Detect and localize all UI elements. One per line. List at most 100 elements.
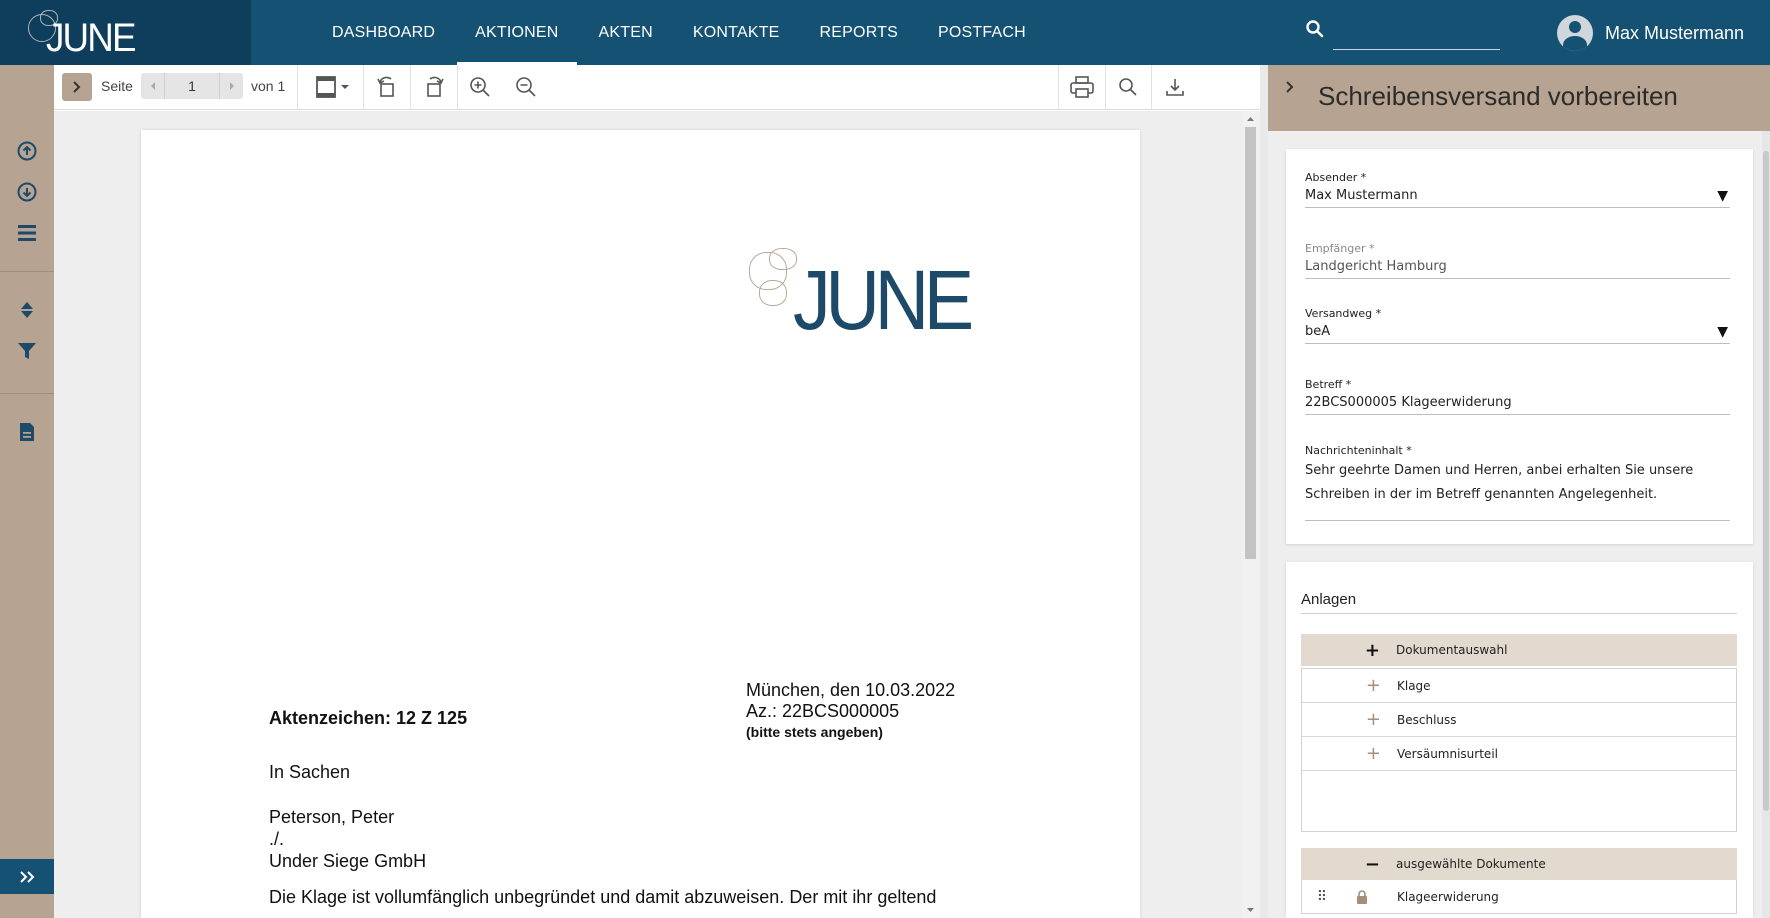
absender-select[interactable]: Max Mustermann ▼ (1305, 188, 1730, 208)
page-number-input[interactable] (166, 73, 218, 99)
empfaenger-value[interactable]: Landgericht Hamburg (1305, 259, 1730, 279)
scroll-up-icon[interactable] (1245, 114, 1256, 124)
panel-scrollbar[interactable] (1762, 131, 1770, 918)
user-name: Max Mustermann (1605, 22, 1745, 43)
chevron-right-icon[interactable] (1282, 79, 1298, 95)
lock-icon (1342, 889, 1382, 904)
nachricht-label: Nachrichteninhalt * (1305, 444, 1412, 457)
brand-logo[interactable]: JUNE (0, 0, 251, 65)
add-icon[interactable]: + (1302, 709, 1397, 730)
download-button[interactable] (1160, 73, 1190, 101)
anlagen-card: Anlagen + Dokumentauswahl + Klage + Besc… (1286, 562, 1753, 918)
nav-kontakte[interactable]: KONTAKTE (673, 0, 800, 65)
selected-documents-label: ausgewählte Dokumente (1396, 857, 1546, 871)
absender-label: Absender * (1305, 171, 1367, 184)
viewer-toolbar: Seite von 1 (54, 65, 1260, 110)
user-menu[interactable]: Max Mustermann (1557, 15, 1744, 51)
download-icon (1166, 79, 1184, 96)
dropdown-arrow-icon: ▼ (1717, 188, 1728, 204)
versandweg-field[interactable]: Versandweg * beA ▼ (1305, 307, 1730, 344)
toolbar-divider (410, 65, 411, 110)
viewer-scrollbar[interactable] (1242, 111, 1260, 918)
zoom-out-icon (516, 77, 536, 97)
nav-akten[interactable]: AKTEN (579, 0, 673, 65)
zoom-out-button[interactable] (511, 73, 541, 101)
nachricht-textarea[interactable] (1305, 459, 1730, 521)
logo-text: JUNE (793, 253, 974, 347)
toolbar-divider (1058, 65, 1059, 110)
letter-reference: Az.: 22BCS000005 (746, 701, 900, 721)
upload-icon[interactable] (14, 138, 40, 164)
zoom-in-button[interactable] (465, 73, 495, 101)
empfaenger-field[interactable]: Empfänger * Landgericht Hamburg (1305, 242, 1730, 279)
scroll-down-icon[interactable] (1245, 905, 1256, 915)
betreff-input[interactable]: 22BCS000005 Klageerwiderung (1305, 395, 1730, 415)
zoom-in-icon (470, 77, 490, 97)
print-icon (1070, 76, 1094, 98)
add-icon[interactable]: + (1302, 675, 1397, 696)
scroll-thumb[interactable] (1245, 127, 1256, 559)
scroll-thumb[interactable] (1763, 151, 1769, 811)
expand-rail-button[interactable] (0, 859, 54, 894)
in-sachen: In Sachen (269, 762, 351, 782)
selected-documents-header[interactable]: − ausgewählte Dokumente (1301, 848, 1737, 880)
list-item[interactable]: + Versäumnisurteil (1302, 737, 1736, 771)
next-page-button[interactable] (219, 73, 243, 99)
versandweg-select[interactable]: beA ▼ (1305, 324, 1730, 344)
dokumentauswahl-label: Dokumentauswahl (1396, 643, 1508, 657)
chevron-right-icon (73, 81, 81, 93)
document-name: Beschluss (1397, 712, 1457, 727)
list-icon[interactable] (14, 220, 40, 246)
empfaenger-label: Empfänger * (1305, 242, 1375, 255)
document-page: JUNE München, den 10.03.2022 Az.: 22BCS0… (141, 130, 1140, 918)
dokumentauswahl-header[interactable]: + Dokumentauswahl (1301, 634, 1737, 666)
avatar-icon (1557, 15, 1593, 51)
document-viewer: Seite von 1 (54, 65, 1260, 918)
page-label: Seite (101, 78, 133, 94)
sort-icon[interactable] (14, 297, 40, 323)
anlagen-divider (1301, 613, 1737, 614)
reference-note: (bitte stets angeben) (746, 724, 883, 740)
toggle-sidebar-button[interactable] (62, 73, 92, 101)
print-button[interactable] (1067, 73, 1097, 101)
send-form: Absender * Max Mustermann ▼ Empfänger * L… (1286, 149, 1753, 544)
brand-text: JUNE (46, 15, 137, 60)
document-canvas: JUNE München, den 10.03.2022 Az.: 22BCS0… (54, 111, 1260, 918)
caret-left-icon (150, 82, 155, 90)
search-icon[interactable] (1305, 19, 1325, 39)
fit-page-button[interactable] (310, 73, 356, 101)
drag-handle-icon[interactable]: ⠿ (1302, 889, 1342, 905)
rotate-right-button[interactable] (419, 73, 449, 101)
filter-icon[interactable] (14, 338, 40, 364)
rail-divider (0, 271, 54, 272)
document-icon[interactable] (14, 419, 40, 445)
betreff-field[interactable]: Betreff * 22BCS000005 Klageerwiderung (1305, 378, 1730, 415)
nav-reports[interactable]: REPORTS (800, 0, 918, 65)
add-icon[interactable]: + (1302, 743, 1397, 764)
prev-page-button[interactable] (141, 73, 165, 99)
list-item[interactable]: + Beschluss (1302, 703, 1736, 737)
rotate-left-button[interactable] (372, 73, 402, 101)
toolbar-divider (363, 65, 364, 110)
fit-page-icon (316, 76, 349, 98)
versandweg-label: Versandweg * (1305, 307, 1382, 320)
panel-title: Schreibensversand vorbereiten (1318, 81, 1678, 111)
download-icon[interactable] (14, 179, 40, 205)
rail-divider (0, 393, 54, 394)
nachricht-field[interactable]: Nachrichteninhalt * (1305, 444, 1730, 525)
nav-postfach[interactable]: POSTFACH (918, 0, 1046, 65)
double-chevron-right-icon (20, 870, 35, 883)
nav-aktionen[interactable]: AKTIONEN (455, 0, 578, 65)
selected-document-row[interactable]: ⠿ Klageerwiderung (1301, 880, 1737, 914)
search-input[interactable] (1333, 18, 1500, 48)
nav-dashboard[interactable]: DASHBOARD (312, 0, 455, 65)
toolbar-divider (1151, 65, 1152, 110)
page-total-label: von 1 (251, 78, 286, 94)
page-navigator (141, 73, 243, 99)
list-item[interactable]: + Klage (1302, 669, 1736, 703)
betreff-label: Betreff * (1305, 378, 1352, 391)
june-logo: JUNE (28, 9, 137, 60)
logo-mark-shape (759, 280, 787, 306)
absender-field[interactable]: Absender * Max Mustermann ▼ (1305, 171, 1730, 208)
find-button[interactable] (1113, 73, 1143, 101)
